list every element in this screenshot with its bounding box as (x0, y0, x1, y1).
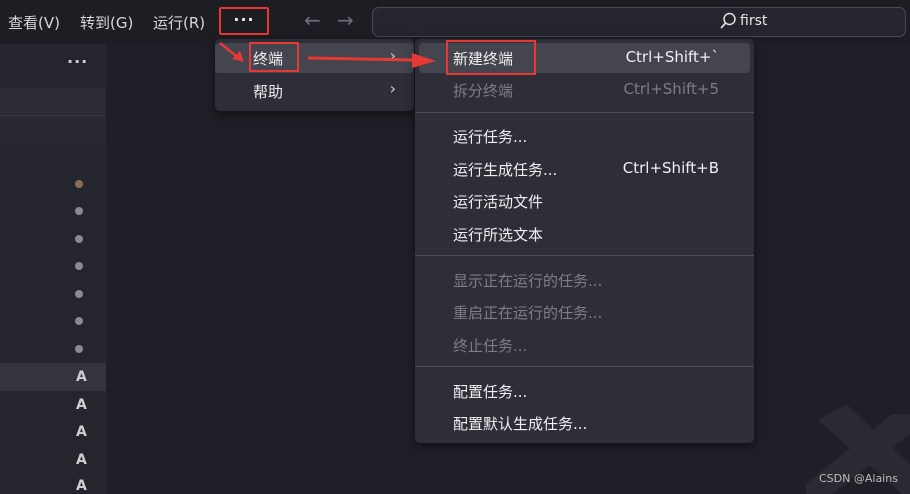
sidebar-section-header[interactable] (0, 88, 106, 114)
menu-item-shortcut: Ctrl+Shift+5 (623, 80, 719, 98)
annotation-highlight-new-terminal (446, 40, 536, 75)
menu-item-label: 帮助 (253, 83, 284, 101)
terminal-submenu: 新建终端 Ctrl+Shift+` 拆分终端 Ctrl+Shift+5 运行任务… (415, 39, 754, 443)
menu-item-shortcut: Ctrl+Shift+` (625, 48, 719, 66)
menu-goto[interactable]: 转到(G) (80, 12, 133, 33)
sidebar-more-icon[interactable]: ··· (67, 52, 88, 71)
menu-item-label: 运行生成任务... (453, 161, 558, 179)
more-menu-button[interactable]: ··· (219, 7, 269, 35)
menu-item-configure-default-build-task[interactable]: 配置默认生成任务... (419, 408, 750, 438)
menu-item-label: 运行任务... (453, 128, 528, 146)
file-added-badge: A (76, 424, 87, 440)
menu-item-restart-running-task: 重启正在运行的任务... (419, 297, 750, 327)
side-bar: ··· A A A A A (0, 44, 106, 494)
menu-view[interactable]: 查看(V) (8, 12, 60, 33)
menu-item-label: 重启正在运行的任务... (453, 304, 603, 322)
menu-item-run-active-file[interactable]: 运行活动文件 (419, 186, 750, 216)
command-center-search[interactable]: first (372, 7, 906, 37)
file-status-dot (75, 180, 83, 188)
file-status-dot (75, 317, 83, 325)
forward-arrow-icon[interactable]: → (337, 8, 354, 32)
menu-item-label: 运行所选文本 (453, 226, 544, 244)
menu-item-configure-tasks[interactable]: 配置任务... (419, 376, 750, 406)
file-added-badge: A (76, 452, 87, 468)
menu-item-label: 显示正在运行的任务... (453, 272, 603, 290)
menu-item-label: 终止任务... (453, 337, 528, 355)
menu-item-run-task[interactable]: 运行任务... (419, 121, 750, 151)
file-status-dot (75, 235, 83, 243)
menu-separator (415, 255, 754, 256)
menu-item-label: 配置任务... (453, 383, 528, 401)
file-added-badge: A (76, 369, 87, 385)
menu-item-label: 配置默认生成任务... (453, 415, 588, 433)
menu-item-label: 拆分终端 (453, 82, 514, 100)
file-status-dot (75, 345, 83, 353)
menu-item-shortcut: Ctrl+Shift+B (622, 159, 719, 177)
search-value: first (740, 13, 768, 29)
file-status-dot (75, 207, 83, 215)
annotation-arrows (219, 42, 436, 68)
menu-item-terminate-task: 终止任务... (419, 330, 750, 360)
file-status-dot (75, 262, 83, 270)
menu-item-help[interactable]: 帮助 › (215, 76, 414, 106)
file-added-badge: A (76, 397, 87, 413)
file-status-dot (75, 290, 83, 298)
menu-item-split-terminal: 拆分终端 Ctrl+Shift+5 (419, 75, 750, 105)
sidebar-selected-row[interactable] (0, 363, 106, 391)
chevron-right-icon: › (389, 79, 396, 98)
sidebar-row[interactable] (0, 116, 106, 144)
menu-item-show-running-tasks: 显示正在运行的任务... (419, 265, 750, 295)
menu-separator (415, 366, 754, 367)
menu-item-run-selected-text[interactable]: 运行所选文本 (419, 219, 750, 249)
menu-item-label: 运行活动文件 (453, 193, 544, 211)
title-bar: 查看(V) 转到(G) 运行(R) ··· ← → first (0, 0, 910, 44)
search-icon (720, 12, 736, 29)
file-added-badge: A (76, 478, 87, 494)
menu-separator (415, 112, 754, 113)
menu-run[interactable]: 运行(R) (153, 12, 205, 33)
back-arrow-icon[interactable]: ← (304, 8, 321, 32)
csdn-watermark: CSDN @Alains (819, 472, 898, 485)
menu-item-run-build-task[interactable]: 运行生成任务... Ctrl+Shift+B (419, 154, 750, 184)
